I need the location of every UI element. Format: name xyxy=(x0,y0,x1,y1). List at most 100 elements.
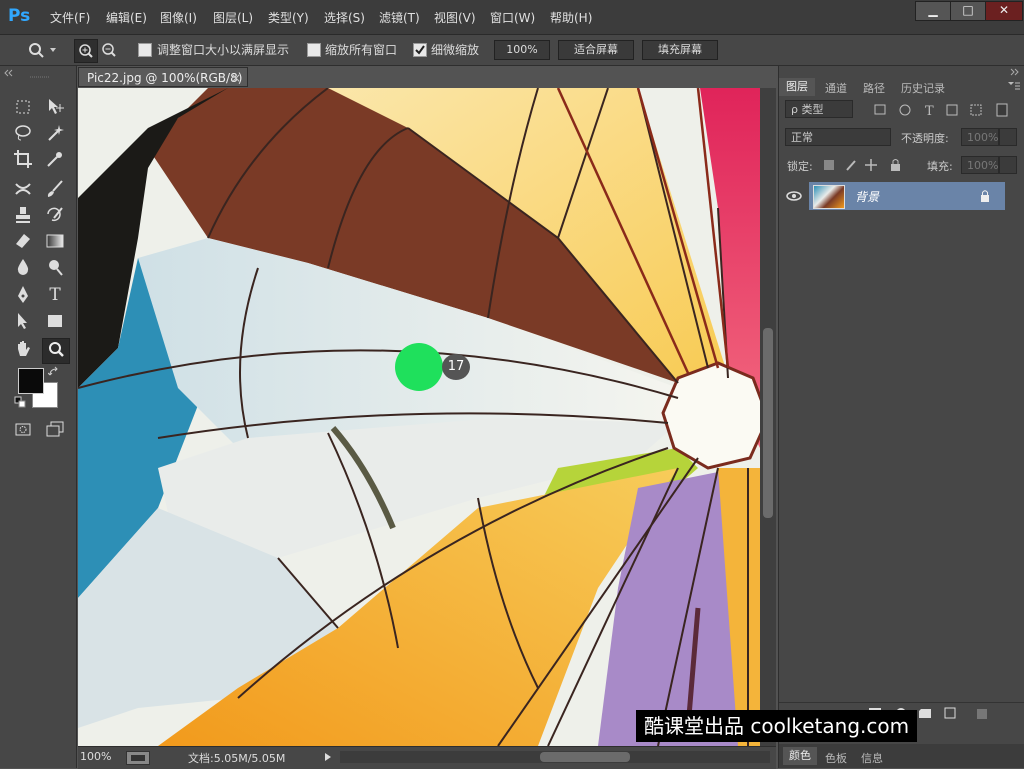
adjustment-filter-icon xyxy=(899,104,911,116)
default-colors-button[interactable] xyxy=(14,396,26,408)
zoom-100-button[interactable]: 100% xyxy=(494,40,550,60)
menu-edit[interactable]: 编辑(E) xyxy=(106,9,147,26)
document-tab[interactable]: Pic22.jpg @ 100%(RGB/8) × xyxy=(78,67,248,87)
quick-mask-icon xyxy=(15,423,31,436)
blur-tool[interactable] xyxy=(12,256,34,278)
brush-icon xyxy=(47,180,63,197)
tab-color[interactable]: 颜色 xyxy=(783,747,817,765)
menu-help[interactable]: 帮助(H) xyxy=(550,9,592,26)
eyedropper-tool[interactable] xyxy=(44,148,66,170)
fill-dropdown[interactable] xyxy=(999,156,1017,174)
close-window-button[interactable]: ✕ xyxy=(985,1,1023,21)
fill-screen-button[interactable]: 填充屏幕 xyxy=(642,40,718,60)
status-zoom[interactable]: 100% xyxy=(80,750,111,763)
layer-filter-select[interactable]: ρ 类型 xyxy=(785,100,853,118)
tab-layers[interactable]: 图层 xyxy=(779,78,815,96)
minimize-button[interactable]: ▁ xyxy=(915,1,951,21)
menu-type[interactable]: 类型(Y) xyxy=(268,9,309,26)
panel-menu-button[interactable] xyxy=(1007,80,1021,92)
resize-windows-checkbox[interactable] xyxy=(138,43,152,57)
lock-pixels-icon xyxy=(846,160,856,171)
layer-name[interactable]: 背景 xyxy=(855,188,879,205)
foreground-color-swatch[interactable] xyxy=(18,368,44,394)
menu-filter[interactable]: 滤镜(T) xyxy=(379,9,420,26)
rectangle-marquee-icon xyxy=(16,100,30,114)
zoom-all-windows-checkbox[interactable] xyxy=(307,43,321,57)
layers-panel: 图层 通道 路径 历史记录 ρ 类型 T 正常 不透明度: 100% 锁定: 填… xyxy=(778,66,1024,768)
shape-tool[interactable] xyxy=(44,310,66,332)
maximize-button[interactable]: □ xyxy=(950,1,986,21)
padlock-icon xyxy=(981,190,989,202)
move-tool[interactable] xyxy=(44,96,66,118)
vertical-scroll-thumb[interactable] xyxy=(763,328,773,518)
gradient-icon xyxy=(46,234,64,248)
horizontal-scroll-thumb[interactable] xyxy=(540,752,630,762)
type-tool[interactable]: T xyxy=(44,284,66,306)
hand-icon xyxy=(18,341,30,356)
clone-stamp-tool[interactable] xyxy=(12,204,34,226)
horizontal-scrollbar[interactable] xyxy=(340,751,770,763)
menu-image[interactable]: 图像(I) xyxy=(160,9,197,26)
new-group-icon xyxy=(919,709,931,718)
zoom-tool[interactable] xyxy=(42,338,70,364)
hand-tool[interactable] xyxy=(12,338,34,360)
document-canvas[interactable]: 17 xyxy=(78,88,760,746)
dodge-tool[interactable] xyxy=(44,256,66,278)
zoom-out-mode-button[interactable] xyxy=(98,39,120,61)
marquee-tool[interactable] xyxy=(12,96,34,118)
options-bar: 调整窗口大小以满屏显示 缩放所有窗口 细微缩放 100% 适合屏幕 填充屏幕 xyxy=(0,35,1024,66)
pen-tool[interactable] xyxy=(12,284,34,306)
expand-arrows-icon xyxy=(1010,68,1019,76)
status-info-toggle[interactable] xyxy=(126,751,150,765)
opacity-label: 不透明度: xyxy=(901,132,949,145)
layer-visibility-toggle[interactable] xyxy=(779,182,809,210)
lasso-tool[interactable] xyxy=(12,122,34,144)
menu-view[interactable]: 视图(V) xyxy=(434,9,476,26)
pen-icon xyxy=(18,286,28,303)
healing-brush-tool[interactable] xyxy=(12,178,34,200)
swap-arrows-icon xyxy=(47,366,58,376)
opacity-dropdown[interactable] xyxy=(999,128,1017,146)
vertical-scrollbar[interactable] xyxy=(760,88,776,746)
tab-channels[interactable]: 通道 xyxy=(825,80,847,96)
tab-swatches[interactable]: 色板 xyxy=(825,750,847,766)
path-selection-tool[interactable] xyxy=(12,310,34,332)
gradient-tool[interactable] xyxy=(44,230,66,252)
delete-layer-icon xyxy=(977,709,987,719)
screen-mode-icon xyxy=(46,421,64,437)
zoom-in-mode-button[interactable] xyxy=(74,39,98,63)
smartobject-filter-icon xyxy=(970,104,982,116)
layer-filter-label: ρ 类型 xyxy=(791,103,824,116)
fill-input[interactable]: 100% xyxy=(961,156,999,174)
status-menu-arrow[interactable] xyxy=(324,751,332,761)
triangle-right-icon xyxy=(325,753,331,761)
quick-mask-button[interactable] xyxy=(12,418,34,440)
status-doc-size: 文档:5.05M/5.05M xyxy=(188,752,286,765)
tab-history[interactable]: 历史记录 xyxy=(901,80,945,96)
close-document-icon[interactable]: × xyxy=(231,68,241,88)
panel-collapse-grip[interactable] xyxy=(4,68,72,78)
blend-mode-select[interactable]: 正常 xyxy=(785,128,891,146)
history-brush-tool[interactable] xyxy=(44,204,66,226)
magic-wand-tool[interactable] xyxy=(44,122,66,144)
menu-select[interactable]: 选择(S) xyxy=(324,9,365,26)
eraser-tool[interactable] xyxy=(12,230,34,252)
tool-preset-picker[interactable] xyxy=(26,40,58,60)
tab-info[interactable]: 信息 xyxy=(861,750,883,766)
lock-buttons[interactable] xyxy=(823,158,905,172)
pixel-filter-icon xyxy=(874,104,886,115)
swap-colors-button[interactable] xyxy=(47,366,60,378)
menu-window[interactable]: 窗口(W) xyxy=(490,9,535,26)
tab-paths[interactable]: 路径 xyxy=(863,80,885,96)
opacity-input[interactable]: 100% xyxy=(961,128,999,146)
menu-layer[interactable]: 图层(L) xyxy=(213,9,253,26)
fill-label: 填充: xyxy=(927,160,953,173)
screen-mode-button[interactable] xyxy=(44,418,66,440)
layer-row-background[interactable]: 背景 xyxy=(809,182,1005,210)
menu-file[interactable]: 文件(F) xyxy=(50,9,90,26)
right-panel-grip[interactable] xyxy=(779,66,1024,76)
crop-tool[interactable] xyxy=(12,148,34,170)
fit-screen-button[interactable]: 适合屏幕 xyxy=(558,40,634,60)
brush-tool[interactable] xyxy=(44,178,66,200)
scrubby-zoom-checkbox[interactable] xyxy=(413,43,427,57)
